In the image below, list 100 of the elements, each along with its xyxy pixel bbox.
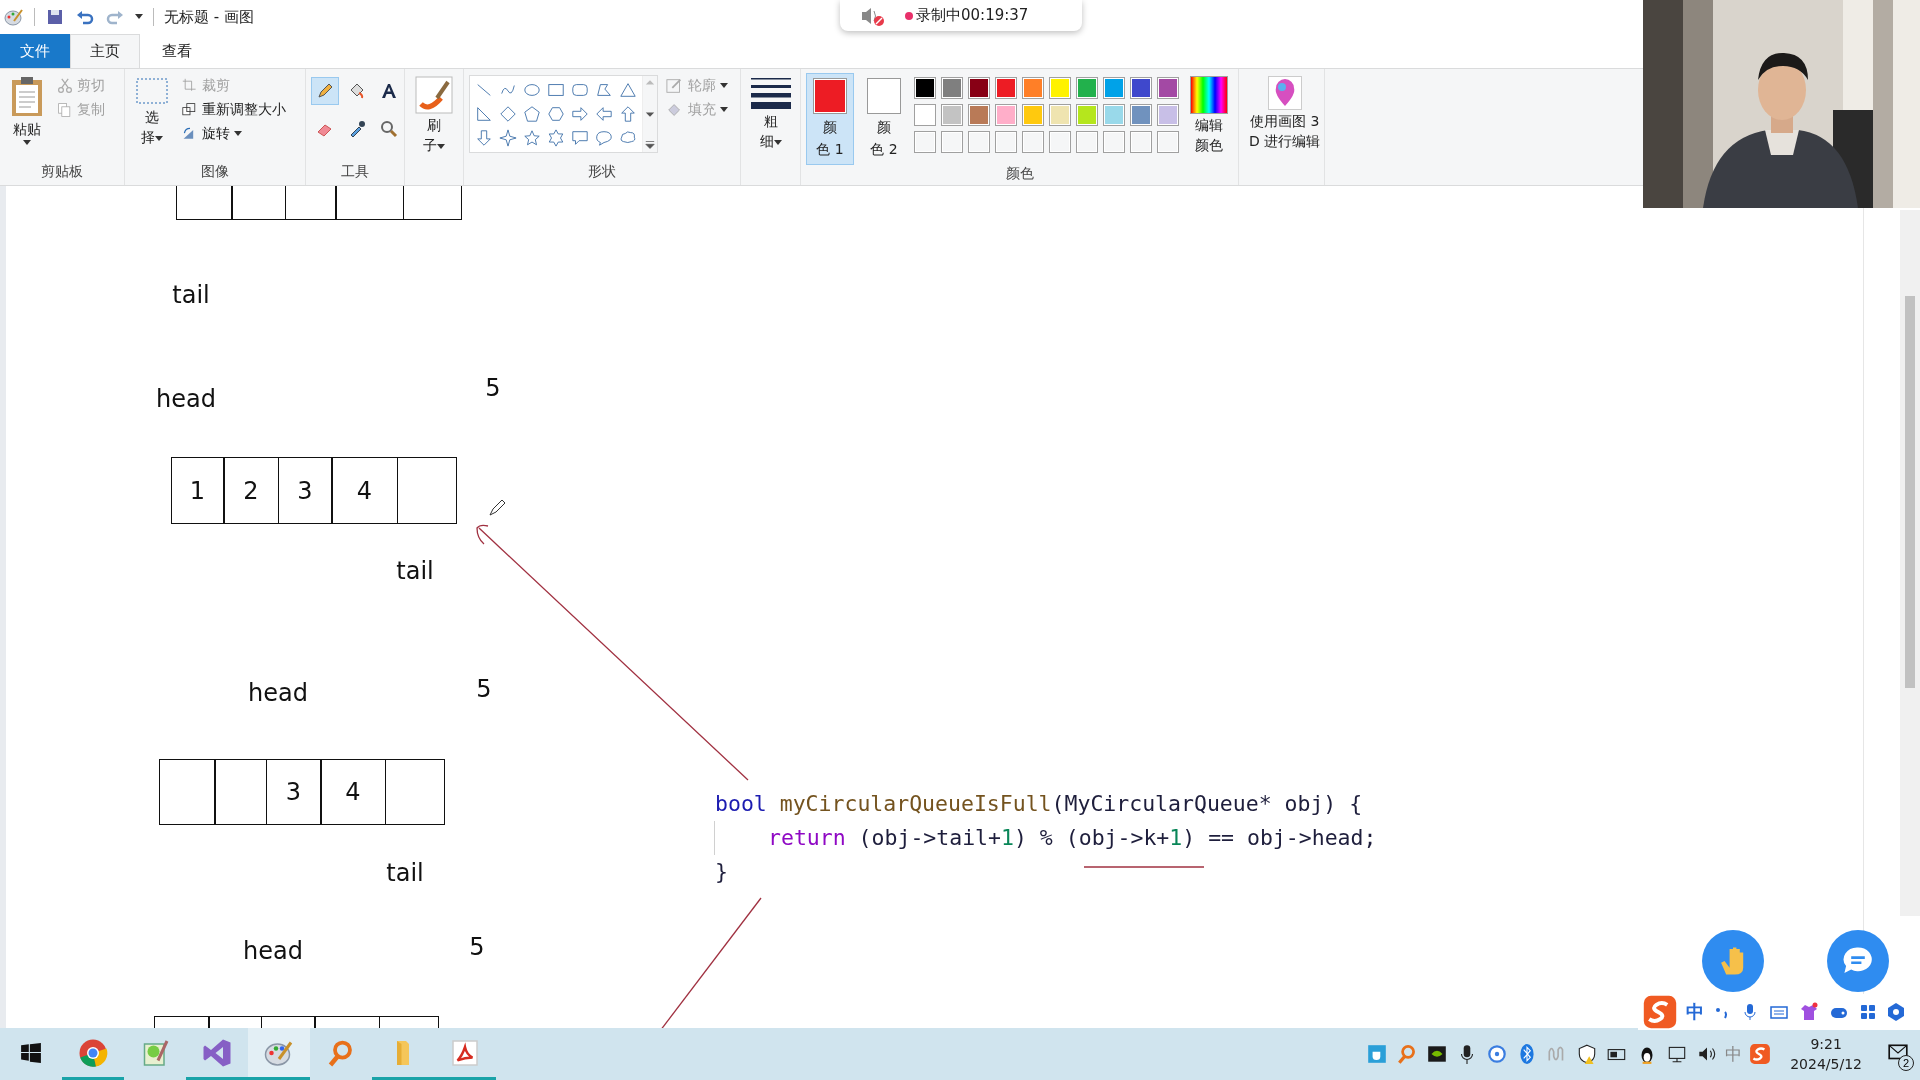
visual-studio-icon [202,1037,232,1068]
empty-color-swatch[interactable] [1103,131,1125,153]
save-icon[interactable] [45,7,65,27]
text-icon [379,81,399,101]
color-swatch[interactable] [914,104,936,126]
settings-icon[interactable] [1886,1002,1906,1022]
sogou-logo-icon[interactable] [1642,994,1678,1030]
line-shape-icon[interactable] [475,81,493,99]
group-title: 图像 [201,163,229,181]
resize-button[interactable]: 重新调整大小 [180,99,288,121]
canvas-label: 5 [485,374,501,402]
color-swatch[interactable] [1130,104,1152,126]
spectrum-icon [1190,76,1228,114]
color-swatch[interactable] [941,77,963,99]
empty-color-swatch[interactable] [914,131,936,153]
pdf-icon [450,1037,480,1068]
scrollbar[interactable] [1900,210,1920,916]
array-cell [158,759,216,825]
color-swatch[interactable] [1157,77,1179,99]
group-title: 剪贴板 [41,163,83,181]
color-swatch[interactable] [941,104,963,126]
windows-icon [20,1041,42,1064]
color-swatch[interactable] [914,77,936,99]
ime-mode-button[interactable]: 中 [1686,1000,1704,1024]
triangle-shape-icon[interactable] [619,81,637,99]
cup-icon[interactable] [1366,1043,1389,1065]
color-swatch[interactable] [995,77,1017,99]
color-swatch[interactable] [1022,104,1044,126]
circle-icon[interactable] [1486,1043,1509,1065]
polygon-shape-icon[interactable] [595,81,613,99]
select-button[interactable]: 选 择 [130,73,174,149]
left-arrow-shape-icon[interactable] [595,105,613,123]
caret-icon [155,136,163,142]
copy-icon [57,102,73,118]
color-swatch[interactable] [1049,77,1071,99]
color-swatch[interactable] [1076,77,1098,99]
caret-icon [774,140,782,146]
code-line: } [714,858,728,886]
rotate-button[interactable]: 旋转 [180,123,288,145]
array-cell: 4 [320,759,386,825]
color-swatch[interactable] [968,77,990,99]
color-slot-button[interactable]: 颜 色 1 [806,73,854,165]
oval-shape-icon[interactable] [523,81,541,99]
empty-color-swatch[interactable] [1130,131,1152,153]
paste-button[interactable]: 粘贴 [5,73,49,149]
empty-color-swatch[interactable] [1157,131,1179,153]
canvas-label: 5 [476,675,492,703]
color-swatch[interactable] [1076,104,1098,126]
canvas-label: head [243,937,303,965]
edit-colors-button[interactable]: 编辑 颜色 [1185,73,1233,157]
empty-color-swatch[interactable] [941,131,963,153]
empty-color-swatch[interactable] [1076,131,1098,153]
color-swatch[interactable] [1157,104,1179,126]
color-swatch[interactable] [1022,77,1044,99]
chip-icon[interactable] [1426,1043,1449,1065]
paint-3d-button[interactable]: 使用画图 3 D 进行编辑 [1244,73,1326,153]
array-cell: 1 [170,457,225,524]
brushes-button[interactable]: 刷 子 [410,73,458,157]
color-swatch[interactable] [1103,104,1125,126]
caret-icon [437,144,445,150]
up-arrow-shape-icon[interactable] [619,105,637,123]
ribbon-tab[interactable]: 主页 [70,34,140,68]
rectangle-callout-shape-icon[interactable] [571,129,589,147]
oval-callout-shape-icon[interactable] [595,129,613,147]
sogou-logo-icon[interactable] [1749,1043,1772,1065]
diamond-shape-icon[interactable] [499,105,517,123]
right-arrow-shape-icon[interactable] [571,105,589,123]
empty-color-swatch[interactable] [1022,131,1044,153]
scissors-icon [57,78,73,94]
color-swatch[interactable] [1049,104,1071,126]
file-menu-tab[interactable]: 文件 [0,34,70,68]
color-swatch[interactable] [1130,77,1152,99]
down-arrow-shape-icon[interactable] [475,129,493,147]
four-point-star-shape-icon[interactable] [499,129,517,147]
six-point-star-shape-icon[interactable] [547,129,565,147]
expand-icon[interactable] [643,138,657,152]
empty-color-swatch[interactable] [968,131,990,153]
empty-color-swatch[interactable] [995,131,1017,153]
grid-icon[interactable] [1858,1002,1878,1022]
canvas-label: tail [386,859,424,887]
array-cell [384,759,445,825]
magnifier-icon [379,119,399,139]
empty-color-swatch[interactable] [1049,131,1071,153]
color-swatch[interactable] [995,104,1017,126]
color-swatch[interactable] [1103,77,1125,99]
caret-icon [720,83,728,89]
line-width-button[interactable]: 粗 细 [746,73,796,153]
right-triangle-shape-icon[interactable] [475,105,493,123]
array-cell: 2 [223,457,279,524]
pencil-icon [315,81,335,101]
array-cell: 3 [277,457,333,524]
pentagon-shape-icon[interactable] [523,105,541,123]
star-shape-icon[interactable] [523,129,541,147]
color-slot-button[interactable]: 颜 色 2 [860,73,908,165]
color-swatch[interactable] [968,104,990,126]
group-title: 颜色 [1005,165,1034,183]
clock[interactable]: 9:21 2024/5/12 [1778,1034,1874,1074]
hexagon-shape-icon[interactable] [547,105,565,123]
rounded-rectangle-shape-icon[interactable] [571,81,589,99]
rectangle-shape-icon[interactable] [547,81,565,99]
